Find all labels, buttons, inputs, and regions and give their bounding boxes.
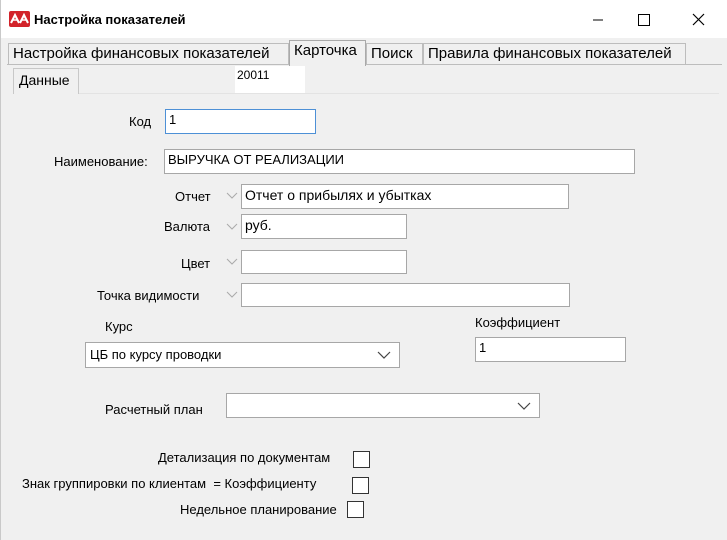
- report-label: Отчет: [175, 189, 211, 204]
- weekly-planning-label: Недельное планирование: [180, 502, 337, 517]
- maximize-icon: [638, 14, 650, 26]
- close-icon: [692, 13, 705, 26]
- settlement-plan-label: Расчетный план: [105, 402, 203, 417]
- detailing-by-documents-checkbox[interactable]: [353, 451, 370, 468]
- tab-financial-indicators-rules[interactable]: Правила финансовых показателей: [423, 43, 686, 64]
- rate-select[interactable]: ЦБ по курсу проводки: [85, 342, 400, 368]
- record-code: 20011: [235, 66, 305, 93]
- tab-search[interactable]: Поиск: [366, 43, 423, 64]
- title-bar: Настройка показателей: [1, 0, 727, 38]
- window-title: Настройка показателей: [34, 12, 186, 27]
- chevron-down-icon: [377, 351, 391, 359]
- tab-card[interactable]: Карточка: [289, 40, 366, 66]
- grouping-sign-checkbox[interactable]: [352, 477, 369, 494]
- minimize-button[interactable]: [575, 0, 621, 38]
- visibility-point-label: Точка видимости: [97, 288, 200, 303]
- minimize-icon: [593, 19, 603, 21]
- rate-label: Курс: [105, 319, 133, 334]
- subtab-data[interactable]: Данные: [13, 68, 79, 94]
- report-chevron-icon[interactable]: [226, 191, 238, 201]
- detailing-by-documents-label: Детализация по документам: [158, 450, 331, 465]
- code-label: Код: [129, 114, 152, 129]
- color-label: Цвет: [181, 256, 211, 271]
- coefficient-field[interactable]: 1: [475, 337, 626, 362]
- rate-select-value: ЦБ по курсу проводки: [90, 347, 222, 362]
- visibility-point-chevron-icon[interactable]: [226, 290, 238, 300]
- currency-label: Валюта: [164, 219, 210, 234]
- name-label: Наименование:: [54, 154, 148, 169]
- tab-financial-indicators-settings[interactable]: Настройка финансовых показателей: [8, 43, 289, 64]
- settlement-plan-select[interactable]: [226, 393, 540, 418]
- maximize-button[interactable]: [621, 0, 667, 38]
- report-field[interactable]: Отчет о прибылях и убытках: [241, 184, 569, 209]
- currency-chevron-icon[interactable]: [226, 222, 238, 232]
- name-field[interactable]: ВЫРУЧКА ОТ РЕАЛИЗАЦИИ: [164, 149, 635, 174]
- chevron-down-icon: [517, 402, 531, 410]
- currency-field[interactable]: руб.: [241, 214, 407, 239]
- settings-window: Настройка показателей Настройка финансов…: [0, 0, 727, 540]
- color-chevron-icon[interactable]: [226, 257, 238, 267]
- close-button[interactable]: [675, 0, 721, 38]
- color-field[interactable]: [241, 250, 407, 274]
- coefficient-label: Коэффициент: [475, 315, 561, 330]
- subtab-divider: [79, 93, 719, 94]
- visibility-point-field[interactable]: [241, 283, 570, 307]
- code-field[interactable]: 1: [165, 109, 316, 134]
- app-logo-icon: [9, 11, 30, 27]
- grouping-sign-label: Знак группировки по клиентам = Коэффицие…: [22, 476, 317, 491]
- weekly-planning-checkbox[interactable]: [347, 501, 364, 518]
